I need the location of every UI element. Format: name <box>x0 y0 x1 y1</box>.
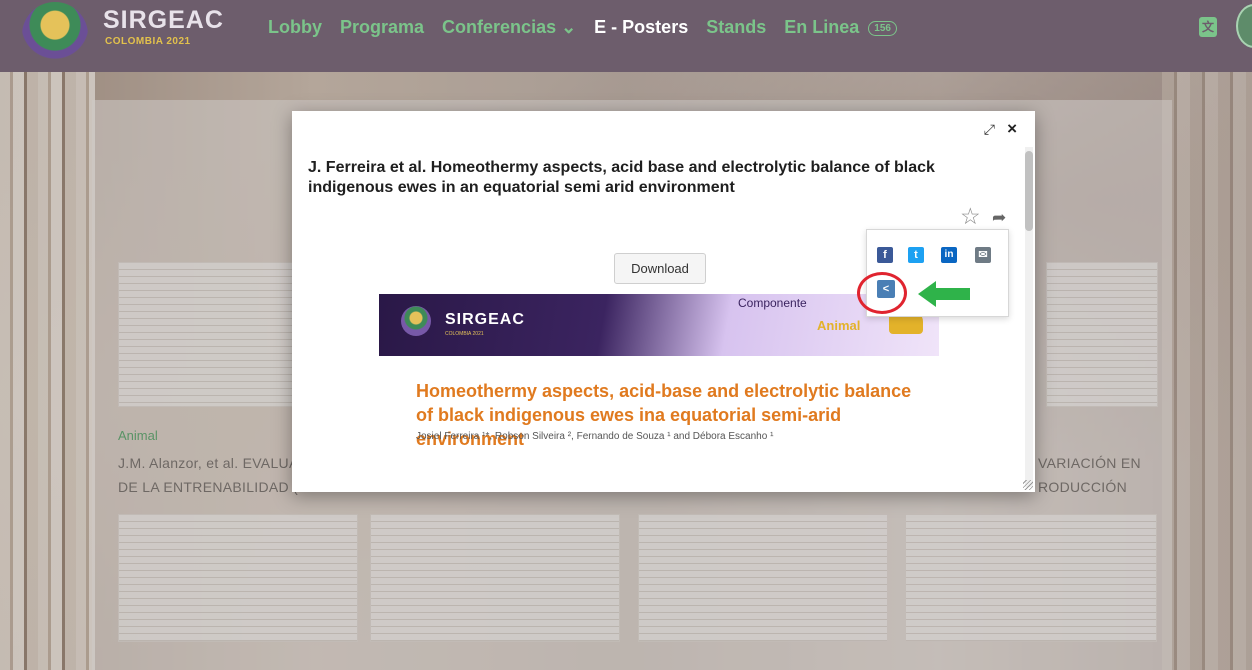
linkedin-share-icon[interactable]: in <box>941 247 957 263</box>
poster-component-value: Animal <box>817 318 861 333</box>
nav-conferencias[interactable]: Conferencias ⌄ <box>442 17 576 38</box>
favorite-star-icon[interactable]: ☆ <box>960 203 981 230</box>
download-button[interactable]: Download <box>614 253 706 284</box>
resize-grip-icon[interactable] <box>1023 480 1033 490</box>
scrollbar-thumb[interactable] <box>1025 151 1033 231</box>
poster-brand: SIRGEAC <box>445 311 525 328</box>
user-avatar[interactable] <box>1236 4 1252 48</box>
facebook-share-icon[interactable]: f <box>877 247 893 263</box>
poster-authors: Josiel Ferreira ¹*, Robson Silveira ², F… <box>416 431 774 442</box>
poster-banner: SIRGEAC COLOMBIA 2021 Componente Animal <box>379 294 939 356</box>
brand-subtitle: COLOMBIA 2021 <box>105 36 191 47</box>
green-arrow-annotation <box>918 281 970 307</box>
nav-stands[interactable]: Stands <box>706 17 766 38</box>
translate-icon[interactable]: 文 <box>1199 17 1217 37</box>
top-navigation: SIRGEAC COLOMBIA 2021 Lobby Programa Con… <box>0 0 1252 72</box>
sirgeac-logo-icon[interactable] <box>22 2 88 68</box>
poster-component-label: Componente <box>738 296 807 310</box>
nav-programa[interactable]: Programa <box>340 17 424 38</box>
expand-icon[interactable]: ⤢ <box>984 121 995 138</box>
share-arrow-icon[interactable]: ➦ <box>992 208 1006 228</box>
close-icon[interactable]: × <box>1007 119 1017 139</box>
nav-e-posters[interactable]: E - Posters <box>594 17 688 38</box>
online-count-badge: 156 <box>868 20 897 36</box>
brand-title: SIRGEAC <box>103 6 224 34</box>
highlight-circle-annotation <box>857 272 907 314</box>
nav-en-linea-label: En Linea <box>784 17 860 37</box>
poster-brand-subtitle: COLOMBIA 2021 <box>445 331 484 337</box>
modal-scrollbar[interactable] <box>1025 147 1033 487</box>
poster-logo-icon <box>401 306 431 336</box>
main-nav: Lobby Programa Conferencias ⌄ E - Poster… <box>268 17 897 38</box>
nav-en-linea[interactable]: En Linea 156 <box>784 17 897 38</box>
poster-title: J. Ferreira et al. Homeothermy aspects, … <box>308 159 935 196</box>
poster-preview: SIRGEAC COLOMBIA 2021 Componente Animal … <box>379 294 939 492</box>
twitter-share-icon[interactable]: t <box>908 247 924 263</box>
email-share-icon[interactable]: ✉ <box>975 247 991 263</box>
nav-lobby[interactable]: Lobby <box>268 17 322 38</box>
